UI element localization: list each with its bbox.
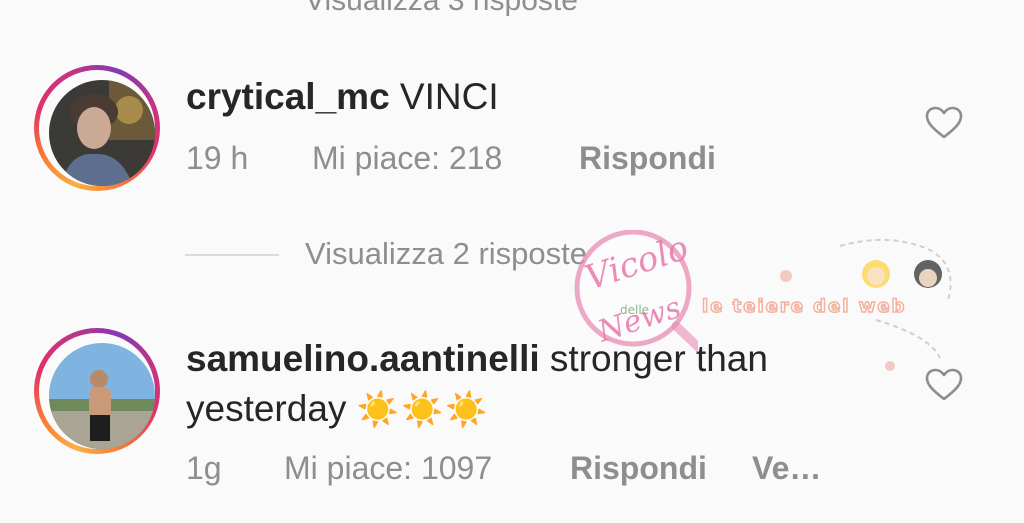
teiere-label: le teiere del web	[702, 296, 906, 317]
see-translation-button[interactable]: Ve…	[752, 450, 821, 487]
sun-emoji: ☀️☀️☀️	[356, 391, 490, 429]
comment-body: VINCI	[389, 76, 499, 117]
comment-username[interactable]: crytical_mc	[186, 76, 390, 117]
story-ring[interactable]	[34, 65, 160, 191]
comment-time: 19 h	[186, 140, 249, 176]
likes-count[interactable]: Mi piace: 218	[312, 140, 502, 177]
likes-count[interactable]: Mi piace: 1097	[284, 450, 492, 487]
reply-button[interactable]: Rispondi	[579, 140, 716, 177]
reply-button[interactable]: Rispondi	[570, 450, 707, 487]
avatar[interactable]	[49, 343, 155, 449]
divider-line	[185, 254, 279, 256]
story-ring[interactable]	[34, 328, 160, 454]
view-replies-link-top[interactable]: Visualizza 3 risposte	[305, 0, 578, 18]
teiere-watermark: le teiere del web	[700, 236, 962, 378]
comment-username[interactable]: samuelino.aantinelli	[186, 338, 540, 379]
avatar[interactable]	[49, 80, 155, 186]
vicolo-watermark: Vicolo delle News	[528, 228, 723, 371]
comment-text: crytical_mc VINCI	[186, 72, 806, 122]
heart-icon[interactable]	[925, 106, 963, 140]
comment-time: 1g	[186, 450, 222, 486]
